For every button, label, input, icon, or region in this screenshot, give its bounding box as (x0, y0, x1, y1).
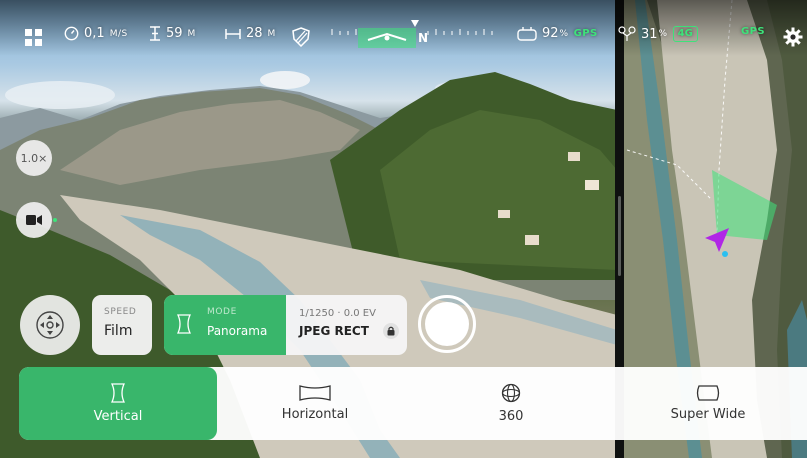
speedometer-icon (64, 26, 79, 41)
tab-horizontal[interactable]: Horizontal (217, 367, 413, 440)
superwide-icon (696, 385, 720, 401)
speed-readout: 0,1 M/S (64, 26, 128, 41)
drone-battery-unit: % (658, 29, 668, 39)
vertical-pano-icon (111, 383, 125, 403)
vertical-pano-icon (177, 314, 191, 334)
grid-icon (25, 29, 42, 46)
gear-icon (783, 27, 803, 47)
app-root: 0,1 M/S 59 M 28 M N 92 % GPS 31 % 4G GPS… (0, 0, 807, 458)
exposure-lock-button[interactable] (383, 323, 399, 339)
joystick-button[interactable] (20, 295, 80, 355)
distance-value: 28 (246, 26, 263, 41)
tab-360-label: 360 (498, 409, 524, 424)
shield-icon (292, 27, 310, 47)
zoom-button[interactable]: 1.0× (16, 140, 52, 176)
settings-button[interactable] (783, 27, 803, 47)
camera-mode-indicator (53, 218, 57, 222)
distance-icon (225, 28, 241, 39)
exposure-settings[interactable]: 1/1250 · 0.0 EV (299, 308, 376, 319)
speed-unit: M/S (109, 28, 128, 39)
tab-super-wide-label: Super Wide (670, 407, 746, 422)
controller-gps-label: GPS (573, 28, 598, 39)
status-bar: 0,1 M/S 59 M 28 M N 92 % GPS 31 % 4G GPS (0, 0, 807, 56)
tab-super-wide[interactable]: Super Wide (609, 367, 807, 440)
tab-vertical[interactable]: Vertical (19, 367, 217, 440)
mode-card-value: Panorama (207, 324, 268, 338)
mode-selector[interactable]: MODE Panorama (164, 295, 286, 355)
altitude-readout: 59 M (149, 26, 196, 41)
controller-status: 92% GPS (517, 26, 598, 41)
panorama-mode-tabs: Vertical Horizontal 360 Super Wide (19, 367, 807, 440)
divider-grip[interactable] (618, 196, 621, 276)
compass-heading: N (418, 31, 429, 45)
tab-horizontal-label: Horizontal (281, 407, 349, 422)
compass-pointer (411, 20, 419, 27)
altitude-unit: M (187, 28, 196, 39)
camera-mode-button[interactable] (16, 202, 52, 238)
tab-vertical-label: Vertical (93, 409, 143, 424)
drone-location-icon (705, 228, 729, 252)
speed-card[interactable]: SPEED Film (92, 295, 152, 355)
zoom-label: 1.0× (20, 151, 48, 165)
image-format[interactable]: JPEG RECT (299, 324, 369, 338)
horizontal-pano-icon (299, 385, 331, 401)
mode-card[interactable]: MODE Panorama 1/1250 · 0.0 EV JPEG RECT (164, 295, 407, 355)
altitude-value: 59 (166, 26, 183, 41)
controller-battery-unit: % (559, 28, 569, 39)
drone-icon (618, 26, 636, 41)
grid-menu-button[interactable] (25, 29, 42, 46)
shutter-button[interactable] (418, 295, 476, 353)
compass-highlight (358, 28, 416, 48)
drone-heading-icon (367, 32, 407, 41)
video-camera-icon (26, 215, 42, 225)
speed-card-value: Film (104, 323, 133, 339)
shutter-inner (425, 302, 469, 346)
lock-icon (387, 326, 395, 336)
controller-icon (517, 27, 537, 41)
altitude-icon (150, 26, 160, 41)
tab-360[interactable]: 360 (413, 367, 609, 440)
speed-value: 0,1 (84, 26, 105, 41)
mode-card-label: MODE (207, 307, 237, 317)
joystick-icon (36, 311, 64, 339)
network-badge: 4G (672, 26, 698, 42)
drone-status: 31% 4G (618, 26, 698, 42)
drone-gps-status: GPS (741, 26, 765, 37)
compass-bar: N (328, 20, 500, 50)
distance-unit: M (267, 28, 276, 39)
drone-gps-label: GPS (741, 26, 765, 37)
controller-battery-value: 92 (542, 26, 559, 41)
sphere-icon (501, 383, 521, 403)
drone-battery-value: 31 (641, 26, 658, 42)
geofence-button[interactable] (292, 27, 310, 47)
distance-readout: 28 M (225, 26, 276, 41)
speed-card-label: SPEED (104, 307, 137, 317)
